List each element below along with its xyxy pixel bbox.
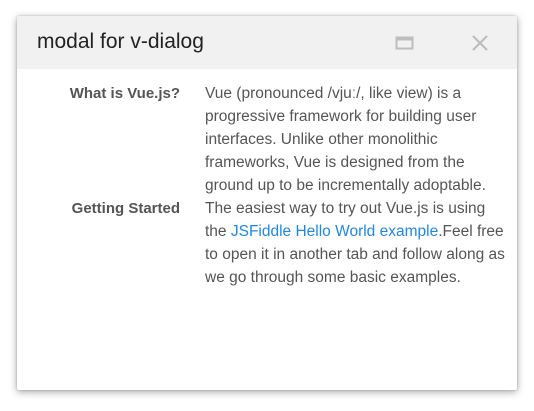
- maximize-icon: [395, 36, 414, 50]
- item-label: Getting Started: [71, 200, 180, 217]
- item-label: What is Vue.js?: [69, 85, 180, 102]
- jsfiddle-link[interactable]: JSFiddle Hello World example: [231, 223, 438, 240]
- close-button[interactable]: [469, 32, 491, 54]
- close-icon: [472, 35, 488, 51]
- modal-dialog: modal for v-dialog What is Vue.js? Vue (…: [17, 16, 517, 390]
- maximize-button[interactable]: [394, 32, 416, 54]
- item-description: The easiest way to try out Vue.js is usi…: [205, 197, 505, 289]
- modal-header: modal for v-dialog: [17, 16, 517, 69]
- modal-title: modal for v-dialog: [37, 30, 204, 53]
- item-description: Vue (pronounced /vjuː/, like view) is a …: [205, 85, 486, 194]
